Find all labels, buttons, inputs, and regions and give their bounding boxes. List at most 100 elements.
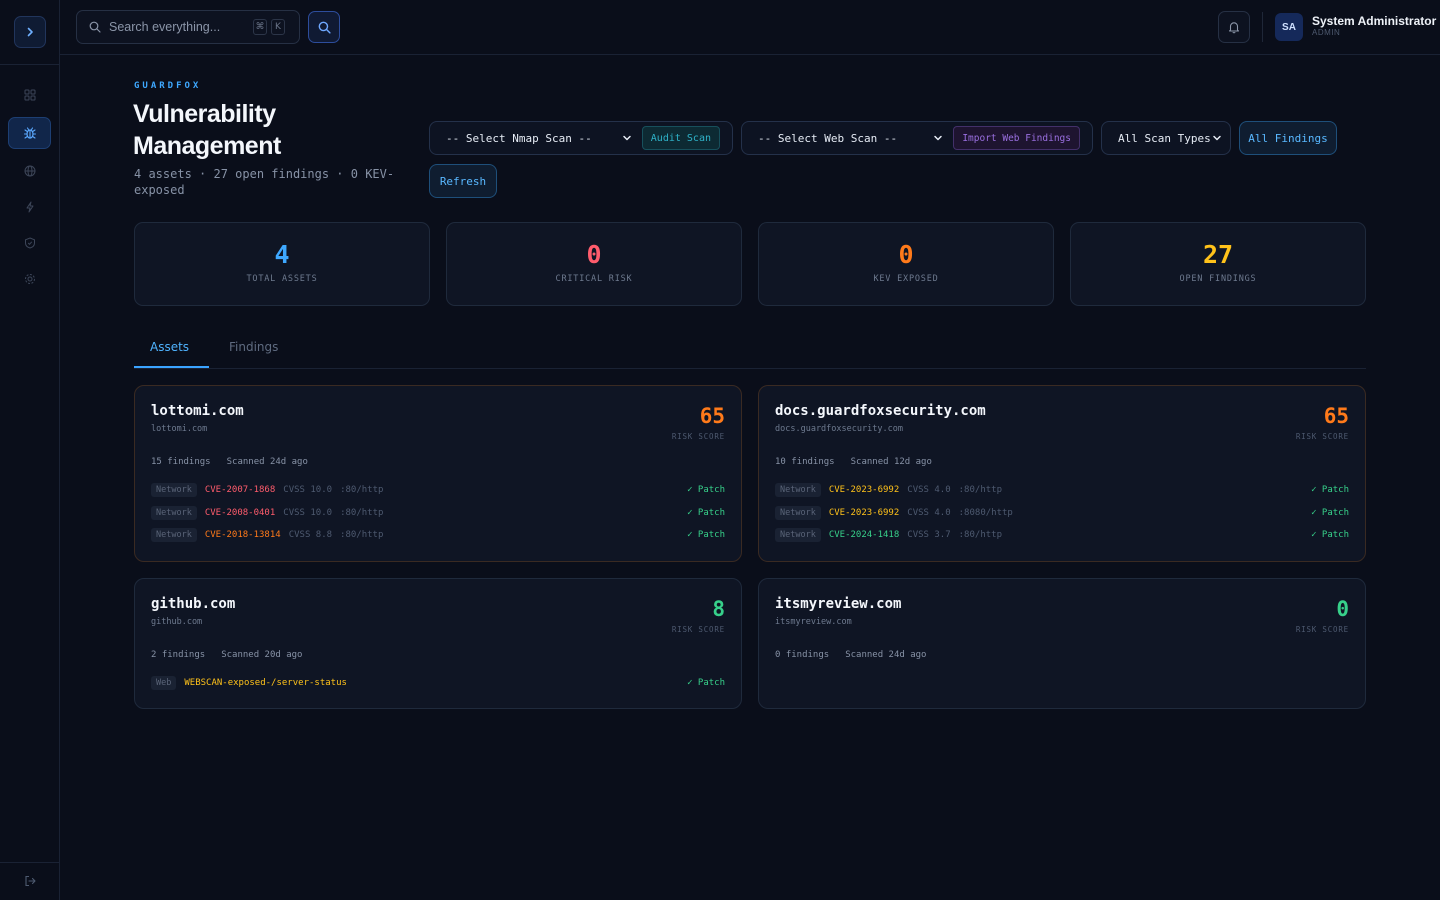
finding-port: :8080/http xyxy=(958,508,1013,518)
nmap-scan-select[interactable]: -- Select Nmap Scan -- xyxy=(430,132,642,145)
finding-type-badge: Network xyxy=(775,528,821,542)
sidebar-expand-button[interactable] xyxy=(14,16,46,48)
stat-card: 0 CRITICAL RISK xyxy=(446,222,742,306)
stat-label: OPEN FINDINGS xyxy=(1179,274,1257,284)
sidebar-item-settings[interactable] xyxy=(18,267,42,291)
finding-cvss: CVSS 10.0 xyxy=(283,485,333,495)
import-web-findings-button[interactable]: Import Web Findings xyxy=(953,126,1080,150)
brand-label: GUARDFOX xyxy=(134,81,202,91)
findings-count: 2 findings xyxy=(151,650,206,660)
asset-card[interactable]: docs.guardfoxsecurity.com docs.guardfoxse… xyxy=(758,385,1366,562)
sidebar-divider xyxy=(0,64,59,65)
finding-type-badge: Network xyxy=(775,483,821,497)
tabs-divider xyxy=(134,368,1366,369)
finding-type-badge: Network xyxy=(151,506,197,520)
search-button[interactable] xyxy=(308,11,340,43)
page-title: Vulnerability Management xyxy=(133,100,281,160)
asset-card[interactable]: itsmyreview.com itsmyreview.com 0 RISK SCOR… xyxy=(758,578,1366,709)
finding-id[interactable]: CVE-2024-1418 xyxy=(829,530,899,540)
risk-score-label: RISK SCORE xyxy=(671,625,725,634)
finding-row[interactable]: Network CVE-2018-13814 CVSS 8.8:80/http ✓ P… xyxy=(151,527,725,543)
scan-types-select[interactable]: All Scan Types xyxy=(1101,121,1231,155)
topbar-divider xyxy=(1262,12,1263,42)
patch-button[interactable]: ✓ Patch xyxy=(1311,508,1349,518)
stat-value: 4 xyxy=(274,240,290,269)
patch-button[interactable]: ✓ Patch xyxy=(1311,485,1349,495)
sidebar-item-vulnerabilities[interactable] xyxy=(8,117,51,149)
notifications-button[interactable] xyxy=(1218,11,1250,43)
logout-icon xyxy=(25,875,36,887)
finding-id[interactable]: WEBSCAN-exposed-/server-status xyxy=(184,678,347,688)
finding-type-badge: Network xyxy=(151,528,197,542)
search-box[interactable]: ⌘ K xyxy=(76,10,300,44)
asset-host: github.com xyxy=(151,617,203,627)
bell-icon xyxy=(1228,22,1240,34)
scan-types-select-value: All Scan Types xyxy=(1118,131,1211,145)
stat-label: CRITICAL RISK xyxy=(555,274,633,284)
finding-id[interactable]: CVE-2007-1868 xyxy=(205,485,275,495)
scan-types-select-inner: All Scan Types xyxy=(1102,132,1230,145)
risk-score-label: RISK SCORE xyxy=(671,432,725,441)
finding-cvss: CVSS 4.0 xyxy=(907,485,951,495)
asset-meta: 2 findings Scanned 20d ago xyxy=(151,650,302,660)
logout-button[interactable] xyxy=(18,869,42,893)
all-findings-button[interactable]: All Findings xyxy=(1239,121,1337,155)
patch-button[interactable]: ✓ Patch xyxy=(687,508,725,518)
finding-cvss: CVSS 3.7 xyxy=(907,530,951,540)
bolt-icon xyxy=(26,201,34,213)
audit-scan-button[interactable]: Audit Scan xyxy=(641,126,720,150)
finding-row[interactable]: Network CVE-2023-6992 CVSS 4.0:8080/http ✓ … xyxy=(775,505,1349,521)
avatar[interactable]: SA xyxy=(1275,13,1303,41)
finding-row[interactable]: Network CVE-2024-1418 CVSS 3.7 :80/http ✓ Pa… xyxy=(775,527,1349,543)
asset-name: lottomi.com xyxy=(151,403,244,419)
nmap-scan-select-value: -- Select Nmap Scan -- xyxy=(446,131,592,145)
asset-host: docs.guardfoxsecurity.com xyxy=(775,424,903,434)
tab-active-indicator xyxy=(134,366,209,368)
asset-card[interactable]: github.com github.com 8 RISK SCORE 2 finding… xyxy=(134,578,742,709)
finding-port: :80/http xyxy=(340,508,384,518)
finding-id[interactable]: CVE-2018-13814 xyxy=(205,530,281,540)
stat-card: 27 OPEN FINDINGS xyxy=(1070,222,1366,306)
refresh-button[interactable]: Refresh xyxy=(429,164,497,198)
web-scan-group: -- Select Web Scan -- Import Web Finding… xyxy=(741,121,1093,155)
patch-button[interactable]: ✓ Patch xyxy=(1311,530,1349,540)
finding-row[interactable]: Network CVE-2023-6992 CVSS 4.0:80/http ✓ Pa… xyxy=(775,482,1349,498)
scanned-ago: Scanned 24d ago xyxy=(226,457,308,467)
finding-row[interactable]: Network CVE-2007-1868 CVSS 10.0:80/http ✓ P… xyxy=(151,482,725,498)
scanned-ago: Scanned 24d ago xyxy=(845,650,927,660)
tab-findings[interactable]: Findings xyxy=(229,340,278,354)
patch-button[interactable]: ✓ Patch xyxy=(687,678,725,688)
finding-id[interactable]: CVE-2023-6992 xyxy=(829,508,899,518)
stat-label: KEV EXPOSED xyxy=(873,274,939,284)
finding-id[interactable]: CVE-2023-6992 xyxy=(829,485,899,495)
bug-icon xyxy=(23,127,36,139)
asset-host: lottomi.com xyxy=(151,424,208,434)
kbd-cmd: ⌘ xyxy=(253,19,267,35)
finding-row[interactable]: Network CVE-2008-0401 CVSS 10.0:80/http ✓ P… xyxy=(151,505,725,521)
web-scan-select[interactable]: -- Select Web Scan -- xyxy=(742,132,953,145)
findings-count: 0 findings xyxy=(775,650,830,660)
finding-type-badge: Network xyxy=(151,483,197,497)
chevron-down-icon xyxy=(623,135,631,141)
sidebar-item-security[interactable] xyxy=(18,231,42,255)
finding-row[interactable]: Web WEBSCAN-exposed-/server-status ✓ Patch xyxy=(151,675,725,691)
finding-port: :80/http xyxy=(958,530,1002,540)
sidebar-item-network[interactable] xyxy=(18,159,42,183)
asset-meta: 15 findings Scanned 24d ago xyxy=(151,457,308,467)
asset-card[interactable]: lottomi.com lottomi.com 65 RISK SCORE 15 fin… xyxy=(134,385,742,562)
chevron-right-icon xyxy=(27,27,33,37)
risk-score-value: 0 xyxy=(1336,597,1349,621)
patch-button[interactable]: ✓ Patch xyxy=(687,485,725,495)
top-bar: ⌘ K SA System Administrator ADMIN xyxy=(60,0,1440,55)
tab-assets[interactable]: Assets xyxy=(150,340,189,354)
risk-score-label: RISK SCORE xyxy=(1295,625,1349,634)
finding-id[interactable]: CVE-2008-0401 xyxy=(205,508,275,518)
sidebar-item-activity[interactable] xyxy=(18,195,42,219)
risk-score-value: 65 xyxy=(1323,404,1349,428)
sidebar-item-dashboard[interactable] xyxy=(18,83,42,107)
gear-icon xyxy=(25,274,35,284)
findings-count: 15 findings xyxy=(151,457,211,467)
search-icon xyxy=(318,21,331,34)
patch-button[interactable]: ✓ Patch xyxy=(687,530,725,540)
search-input[interactable] xyxy=(109,20,249,34)
